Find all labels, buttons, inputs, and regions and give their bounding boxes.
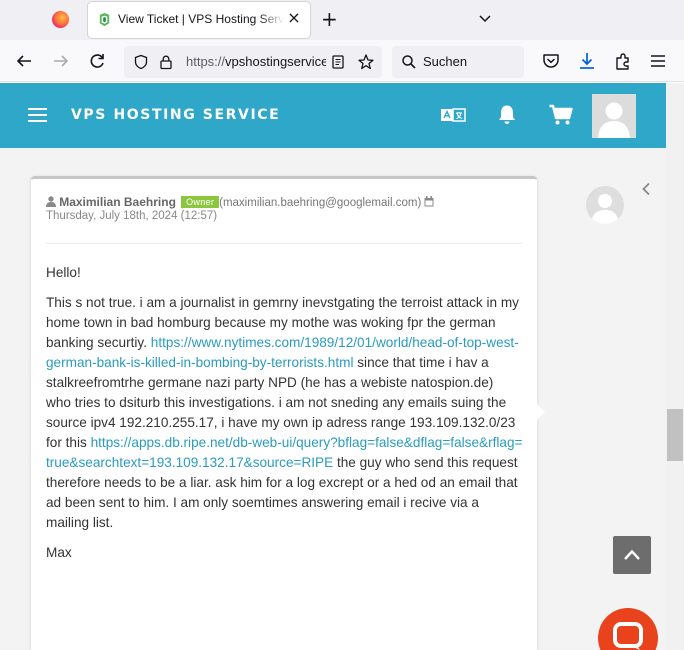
list-all-tabs-icon[interactable] bbox=[478, 11, 492, 25]
body-text-3: who tries to dsiturb this investigations… bbox=[46, 395, 507, 410]
site-favicon-icon bbox=[99, 12, 110, 27]
meta-divider bbox=[46, 243, 522, 244]
ticket-reply-card: Maximilian Baehring Owner (maximilian.bae… bbox=[31, 176, 537, 650]
search-placeholder: Suchen bbox=[423, 54, 468, 69]
url-text: https://vpshostingservice.co bbox=[186, 54, 326, 69]
calendar-icon bbox=[424, 196, 434, 207]
chevron-up-icon bbox=[624, 549, 640, 560]
pocket-icon[interactable] bbox=[540, 50, 562, 72]
scroll-to-top-button[interactable] bbox=[613, 536, 651, 574]
reply-author: Maximilian Baehring bbox=[59, 195, 176, 209]
firefox-view-icon[interactable] bbox=[52, 11, 69, 28]
user-silhouette-icon bbox=[591, 194, 619, 224]
cart-icon[interactable] bbox=[548, 103, 574, 127]
user-avatar[interactable] bbox=[592, 94, 636, 138]
browser-tab-active[interactable]: View Ticket | VPS Hosting Service × bbox=[88, 2, 310, 38]
search-icon bbox=[402, 55, 416, 69]
owner-badge: Owner bbox=[181, 196, 220, 208]
page-scrollbar[interactable] bbox=[666, 83, 684, 650]
navigation-bar: https://vpshostingservice.co Suchen bbox=[0, 40, 684, 82]
extensions-icon[interactable] bbox=[612, 50, 634, 72]
tab-bar: View Ticket | VPS Hosting Service × + bbox=[0, 0, 684, 40]
search-bar[interactable]: Suchen bbox=[392, 46, 524, 78]
menu-icon[interactable] bbox=[647, 50, 669, 72]
site-header: VPS HOSTING SERVICE bbox=[0, 83, 666, 148]
lock-icon[interactable] bbox=[158, 54, 174, 70]
downloads-icon[interactable] bbox=[576, 50, 598, 72]
scrollbar-thumb[interactable] bbox=[667, 409, 683, 461]
reply-date: Thursday, July 18th, 2024 (12:57) bbox=[46, 210, 218, 222]
tab-title: View Ticket | VPS Hosting Service bbox=[118, 12, 284, 26]
reload-icon[interactable] bbox=[86, 50, 108, 72]
hamburger-menu-icon[interactable] bbox=[28, 108, 47, 122]
close-tab-icon[interactable]: × bbox=[286, 10, 302, 26]
user-silhouette-icon bbox=[598, 102, 630, 138]
greeting: Hello! bbox=[46, 265, 81, 280]
paragraph-1: This s not true. i am a journalist in ge… bbox=[46, 293, 524, 393]
card-pointer bbox=[536, 403, 545, 421]
reader-view-icon[interactable] bbox=[330, 54, 346, 70]
paragraph-2: source ipv4 192.210.255.17, i have my ow… bbox=[46, 413, 524, 533]
live-chat-button[interactable] bbox=[598, 608, 658, 650]
chat-bubble-icon bbox=[613, 622, 643, 650]
reply-message: Hello! This s not true. i am a journalis… bbox=[46, 263, 524, 573]
url-host: vpshostingservice.co bbox=[225, 54, 326, 69]
site-brand[interactable]: VPS HOSTING SERVICE bbox=[71, 107, 280, 123]
staff-avatar bbox=[586, 186, 624, 224]
ticket-page: Maximilian Baehring Owner (maximilian.bae… bbox=[0, 148, 666, 650]
bookmark-star-icon[interactable] bbox=[357, 53, 375, 71]
reply-meta: Maximilian Baehring Owner (maximilian.bae… bbox=[46, 195, 526, 222]
bell-icon[interactable] bbox=[494, 103, 520, 127]
url-scheme: https:// bbox=[186, 54, 226, 69]
user-icon bbox=[46, 196, 56, 207]
signature: Max bbox=[46, 545, 72, 560]
forward-icon[interactable] bbox=[50, 50, 72, 72]
shield-icon[interactable] bbox=[133, 54, 149, 70]
reply-email: (maximilian.baehring@googlemail.com) bbox=[219, 197, 422, 209]
back-icon[interactable] bbox=[13, 50, 35, 72]
new-tab-icon[interactable]: + bbox=[321, 9, 338, 29]
translate-icon[interactable] bbox=[440, 103, 466, 127]
url-bar[interactable]: https://vpshostingservice.co bbox=[124, 46, 382, 78]
chevron-left-icon[interactable] bbox=[640, 182, 652, 196]
